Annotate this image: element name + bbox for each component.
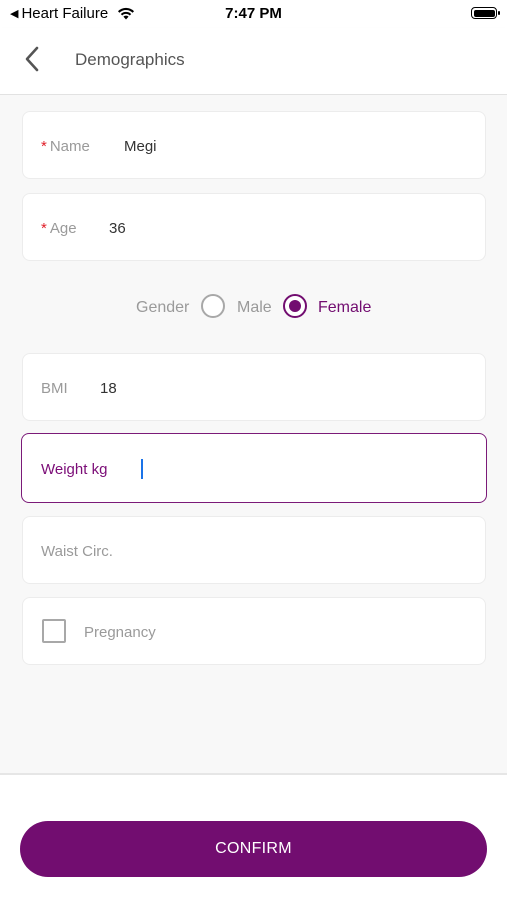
bmi-value: 18 (100, 380, 117, 397)
age-field[interactable]: * Age 36 (22, 193, 486, 261)
confirm-button[interactable]: CONFIRM (20, 821, 487, 877)
pregnancy-checkbox[interactable] (42, 619, 66, 643)
pregnancy-row[interactable]: Pregnancy (22, 597, 486, 665)
page-title: Demographics (75, 50, 185, 69)
required-mark: * (41, 220, 47, 237)
clock: 7:47 PM (225, 5, 282, 22)
waist-label: Waist Circ. (41, 543, 113, 560)
weight-label: Weight kg (41, 461, 108, 478)
name-field[interactable]: * Name Megi (22, 111, 486, 179)
name-label: * Name (41, 138, 90, 155)
form-content: * Name Megi * Age 36 Gender Male Female BM… (0, 95, 507, 773)
gender-selector: Gender Male Female (0, 291, 507, 325)
gender-male-label[interactable]: Male (237, 299, 272, 317)
gender-female-label[interactable]: Female (318, 299, 371, 317)
battery-icon (471, 7, 500, 19)
gender-female-radio[interactable] (283, 294, 307, 318)
bmi-field[interactable]: BMI 18 (22, 353, 486, 421)
gender-male-radio[interactable] (201, 294, 225, 318)
text-cursor (141, 459, 143, 479)
bmi-label: BMI (41, 380, 68, 397)
status-bar: ◀ Heart Failure 7:47 PM (0, 0, 507, 28)
pregnancy-label: Pregnancy (84, 624, 156, 641)
required-mark: * (41, 138, 47, 155)
weight-field[interactable]: Weight kg (21, 433, 487, 503)
nav-bar: Demographics (0, 28, 507, 95)
chevron-left-icon (25, 46, 39, 72)
waist-field[interactable]: Waist Circ. (22, 516, 486, 584)
back-button[interactable] (18, 44, 48, 74)
age-value: 36 (109, 220, 126, 237)
age-label: * Age (41, 220, 77, 237)
gender-label: Gender (136, 299, 190, 316)
name-value: Megi (124, 138, 157, 155)
bottom-action-bar: CONFIRM (0, 773, 507, 902)
